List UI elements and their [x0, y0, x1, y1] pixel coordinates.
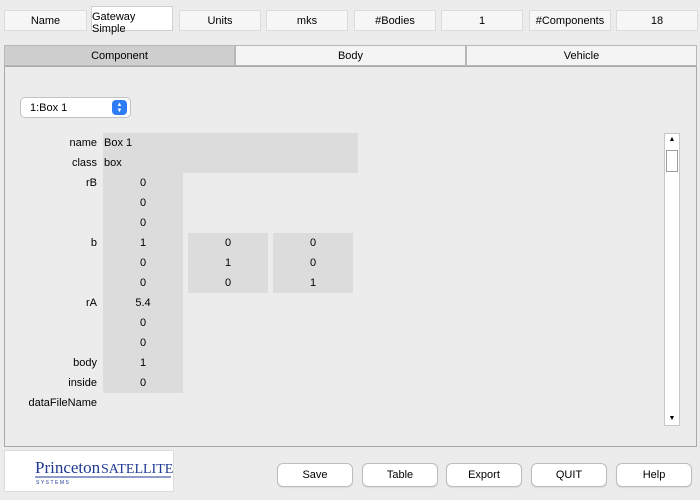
component-select-value: 1:Box 1 [30, 101, 68, 114]
name-label: Name [4, 10, 87, 31]
scroll-up-arrow-icon[interactable]: ▲ [665, 135, 679, 145]
b-value-r1c1[interactable]: 1 [188, 253, 268, 273]
logo-graphic: Princeton SATELLITE SYSTEMS [35, 458, 173, 486]
class-field-label: class [71, 157, 97, 169]
save-button[interactable]: Save [277, 463, 353, 487]
tab-body[interactable]: Body [235, 45, 466, 66]
b-value-r2c2[interactable]: 1 [273, 273, 353, 293]
scroll-down-arrow-icon[interactable]: ▼ [665, 414, 679, 424]
datafilename-field-label: dataFileName [28, 397, 97, 409]
bodies-label: #Bodies [354, 10, 436, 31]
inside-value-field[interactable]: 0 [103, 373, 183, 393]
rb-value-1[interactable]: 0 [103, 193, 183, 213]
tab-bar: Component Body Vehicle [4, 45, 697, 66]
b-value-r1c2[interactable]: 0 [273, 253, 353, 273]
units-label: Units [179, 10, 261, 31]
components-label: #Components [529, 10, 611, 31]
inside-field-label: inside [68, 377, 97, 389]
b-value-r0c1[interactable]: 0 [188, 233, 268, 253]
rb-value-0[interactable]: 0 [103, 173, 183, 193]
scroll-thumb[interactable] [666, 150, 678, 172]
b-value-r2c1[interactable]: 0 [188, 273, 268, 293]
ra-value-2[interactable]: 0 [103, 333, 183, 353]
b-field-label: b [90, 237, 97, 249]
ra-field-label: rA [86, 297, 97, 309]
class-value-field[interactable]: box [103, 153, 358, 173]
ra-value-1[interactable]: 0 [103, 313, 183, 333]
chevron-up-down-icon: ▲ ▼ [112, 100, 127, 115]
quit-button[interactable]: QUIT [531, 463, 607, 487]
logo-satellite-text: SATELLITE [101, 462, 173, 477]
logo-princeton-text: Princeton [35, 458, 101, 477]
tab-component[interactable]: Component [4, 45, 235, 66]
bodies-value: 1 [441, 10, 523, 31]
b-value-r1c0[interactable]: 0 [103, 253, 183, 273]
b-value-r0c0[interactable]: 1 [103, 233, 183, 253]
logo-systems-text: SYSTEMS [36, 480, 70, 486]
name-field-label: name [69, 137, 97, 149]
b-value-r0c2[interactable]: 0 [273, 233, 353, 253]
princeton-satellite-logo: Princeton SATELLITE SYSTEMS [4, 450, 174, 492]
help-button[interactable]: Help [616, 463, 692, 487]
table-button[interactable]: Table [362, 463, 438, 487]
vertical-scrollbar[interactable]: ▲ ▼ [664, 133, 680, 426]
export-button[interactable]: Export [446, 463, 522, 487]
name-field[interactable]: Gateway Simple [91, 6, 173, 35]
body-field-label: body [73, 357, 97, 369]
ra-value-0[interactable]: 5.4 [103, 293, 183, 313]
name-value-field[interactable]: Box 1 [103, 133, 358, 153]
body-value-field[interactable]: 1 [103, 353, 183, 373]
rb-value-2[interactable]: 0 [103, 213, 183, 233]
b-value-r2c0[interactable]: 0 [103, 273, 183, 293]
units-value: mks [266, 10, 348, 31]
components-value: 18 [616, 10, 698, 31]
component-select[interactable]: 1:Box 1 ▲ ▼ [20, 97, 131, 118]
rb-field-label: rB [86, 177, 97, 189]
tab-vehicle[interactable]: Vehicle [466, 45, 697, 66]
